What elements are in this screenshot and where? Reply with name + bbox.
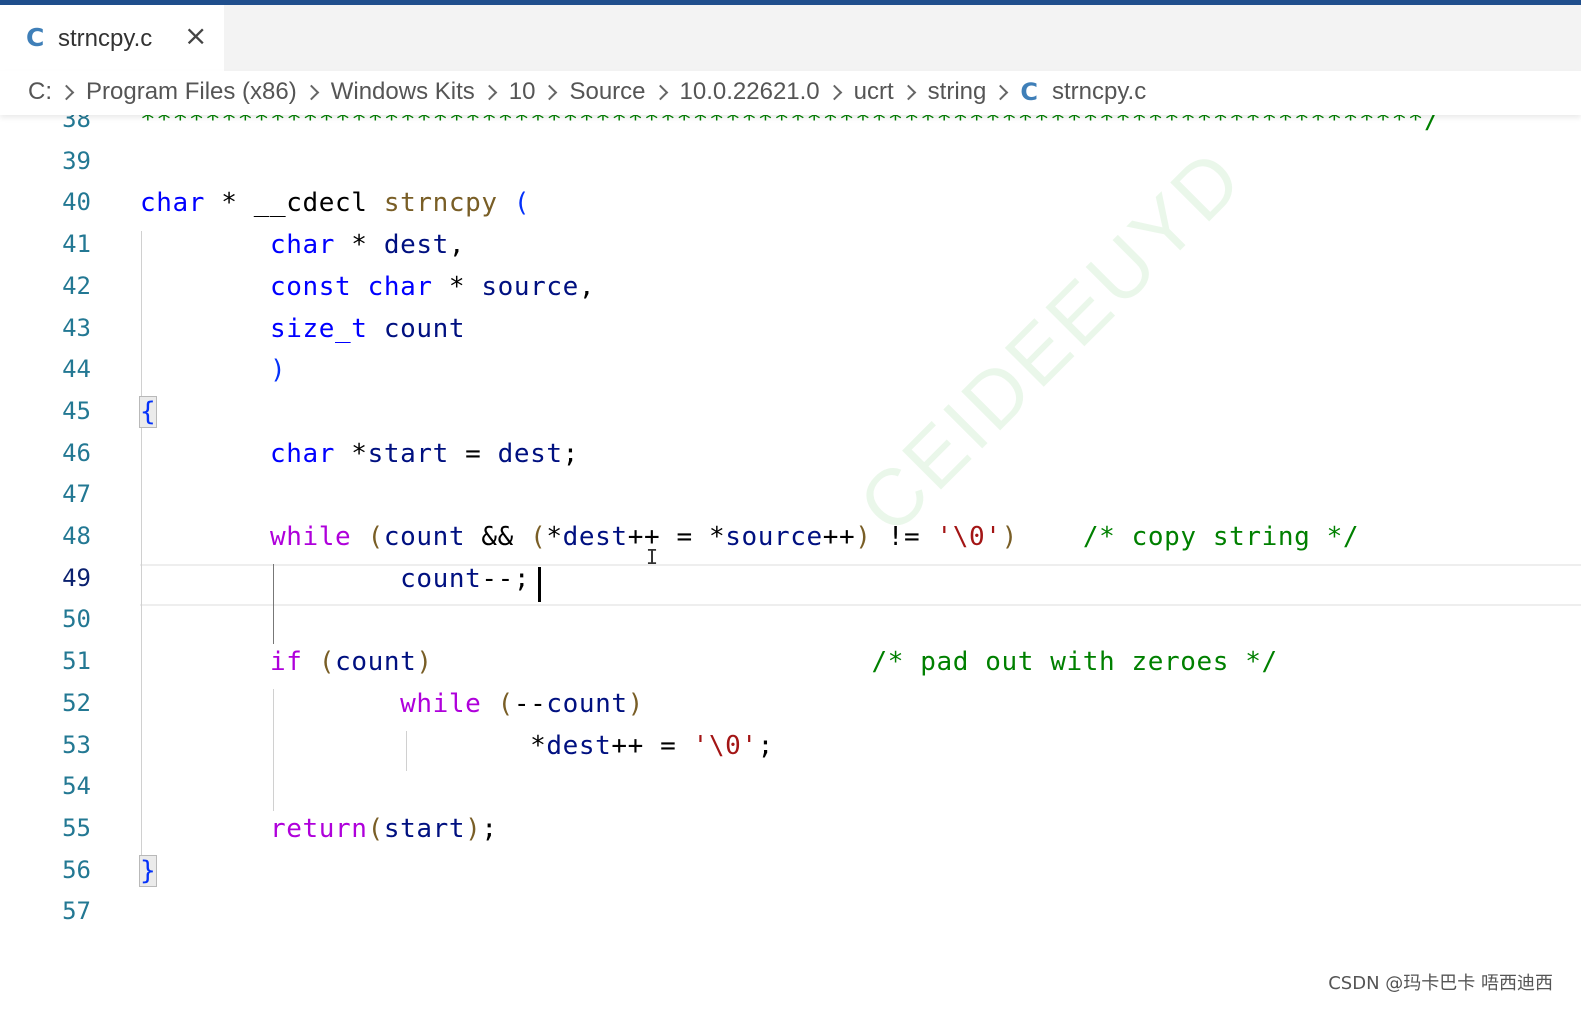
line-number: 51	[62, 647, 91, 676]
line-number: 48	[62, 522, 91, 550]
line-number: 57	[62, 897, 91, 926]
code-text: return(start);	[270, 813, 498, 844]
credit-text: CSDN @玛卡巴卡 唔西迪西	[1328, 973, 1553, 994]
line-number: 50	[62, 605, 91, 634]
chevron-right-icon	[58, 84, 75, 100]
code-text: size_t count	[270, 313, 466, 344]
code-text: while (count && (*dest++ = *source++) !=…	[270, 522, 1360, 552]
code-text: const char * source,	[270, 271, 596, 302]
line-number: 55	[62, 813, 91, 842]
line-number: 56	[62, 855, 91, 884]
chevron-right-icon	[652, 84, 668, 100]
code-text: {	[138, 395, 158, 428]
line-number: 39	[62, 146, 91, 175]
code-text: count--;	[400, 563, 531, 594]
chevron-right-icon	[542, 84, 558, 100]
c-language-icon: C	[26, 23, 45, 52]
code-text: char * dest,	[270, 230, 466, 261]
chevron-right-icon	[303, 84, 319, 100]
breadcrumb-item[interactable]: Windows Kits	[331, 78, 475, 106]
line-number: 47	[62, 480, 91, 509]
c-file-icon: C	[1020, 78, 1038, 106]
code-text: if (count) /* pad out with zeroes */	[270, 647, 1278, 678]
line-number: 49	[62, 563, 91, 592]
line-number: 41	[62, 230, 91, 259]
breadcrumb-item[interactable]: 10.0.22621.0	[680, 78, 820, 106]
code-line[interactable]: 49 count--;	[0, 562, 1581, 604]
code-text: )	[270, 355, 287, 386]
code-line[interactable]: 48 while (count && (*dest++ = *source++)…	[0, 520, 1581, 562]
code-line[interactable]: 53 *dest++ = '\0';	[0, 729, 1581, 771]
line-number: 42	[62, 271, 91, 300]
mouse-ibeam-icon: I	[646, 545, 659, 569]
line-number: 44	[62, 355, 91, 384]
code-line[interactable]: 41 char * dest,	[0, 228, 1581, 270]
chevron-right-icon	[826, 84, 842, 100]
chevron-right-icon	[481, 84, 498, 100]
breadcrumb-item[interactable]: Source	[569, 78, 645, 106]
tab-label: strncpy.c	[58, 25, 153, 52]
code-line[interactable]: 40 char * __cdecl strncpy (	[0, 186, 1581, 228]
breadcrumb-item[interactable]: Program Files (x86)	[86, 78, 297, 106]
breadcrumb-item[interactable]: string	[928, 78, 987, 106]
code-line[interactable]: 39	[0, 145, 1581, 187]
code-line[interactable]: 52 while (--count)	[0, 687, 1581, 729]
breadcrumb-item[interactable]: strncpy.c	[1052, 78, 1146, 106]
breadcrumb-item[interactable]: 10	[509, 78, 536, 106]
code-text: ****************************************…	[140, 115, 1441, 135]
code-line[interactable]: 55 return(start);	[0, 812, 1581, 854]
breadcrumb-item[interactable]: ucrt	[854, 78, 894, 106]
chevron-right-icon	[993, 84, 1009, 100]
code-line[interactable]: 57	[0, 895, 1581, 937]
line-number: 43	[62, 313, 91, 342]
line-number: 40	[62, 188, 91, 217]
code-line[interactable]: 43 size_t count	[0, 312, 1581, 354]
close-icon[interactable]: ×	[184, 21, 207, 51]
code-line[interactable]: 47	[0, 478, 1581, 520]
line-number: 54	[62, 772, 91, 801]
text-cursor	[538, 567, 541, 602]
code-line[interactable]: 46 char *start = dest;	[0, 437, 1581, 479]
tab-bar: C strncpy.c ×	[0, 5, 1581, 71]
code-text: while (--count)	[400, 688, 644, 719]
code-line[interactable]: 45 {	[0, 395, 1581, 437]
code-text: *dest++ = '\0';	[140, 730, 774, 761]
code-text: }	[138, 854, 158, 887]
line-number: 45	[62, 396, 91, 425]
code-line[interactable]: 51 if (count) /* pad out with zeroes */	[0, 645, 1581, 687]
breadcrumb: C: Program Files (x86) Windows Kits 10 Sourc…	[0, 71, 1581, 115]
code-line[interactable]: 54	[0, 770, 1581, 812]
code-line[interactable]: 56}	[0, 854, 1581, 896]
code-text: char * __cdecl strncpy (	[140, 188, 531, 219]
code-editor[interactable]: CEIDEEUYD 38 ****************************…	[0, 115, 1581, 1011]
code-line[interactable]: 42 const char * source,	[0, 270, 1581, 312]
line-number: 53	[62, 730, 91, 759]
code-text: char *start = dest;	[270, 438, 579, 469]
line-number: 52	[62, 688, 91, 717]
chevron-right-icon	[900, 84, 916, 100]
code-line[interactable]: 44 )	[0, 353, 1581, 395]
line-number: 46	[62, 438, 91, 467]
code-line[interactable]: 38 **************************************…	[0, 115, 1581, 145]
breadcrumb-item[interactable]: C:	[28, 78, 52, 106]
tab-strncpy-c[interactable]: C strncpy.c ×	[0, 5, 224, 71]
code-line[interactable]: 50	[0, 603, 1581, 645]
line-number: 38	[62, 115, 91, 133]
